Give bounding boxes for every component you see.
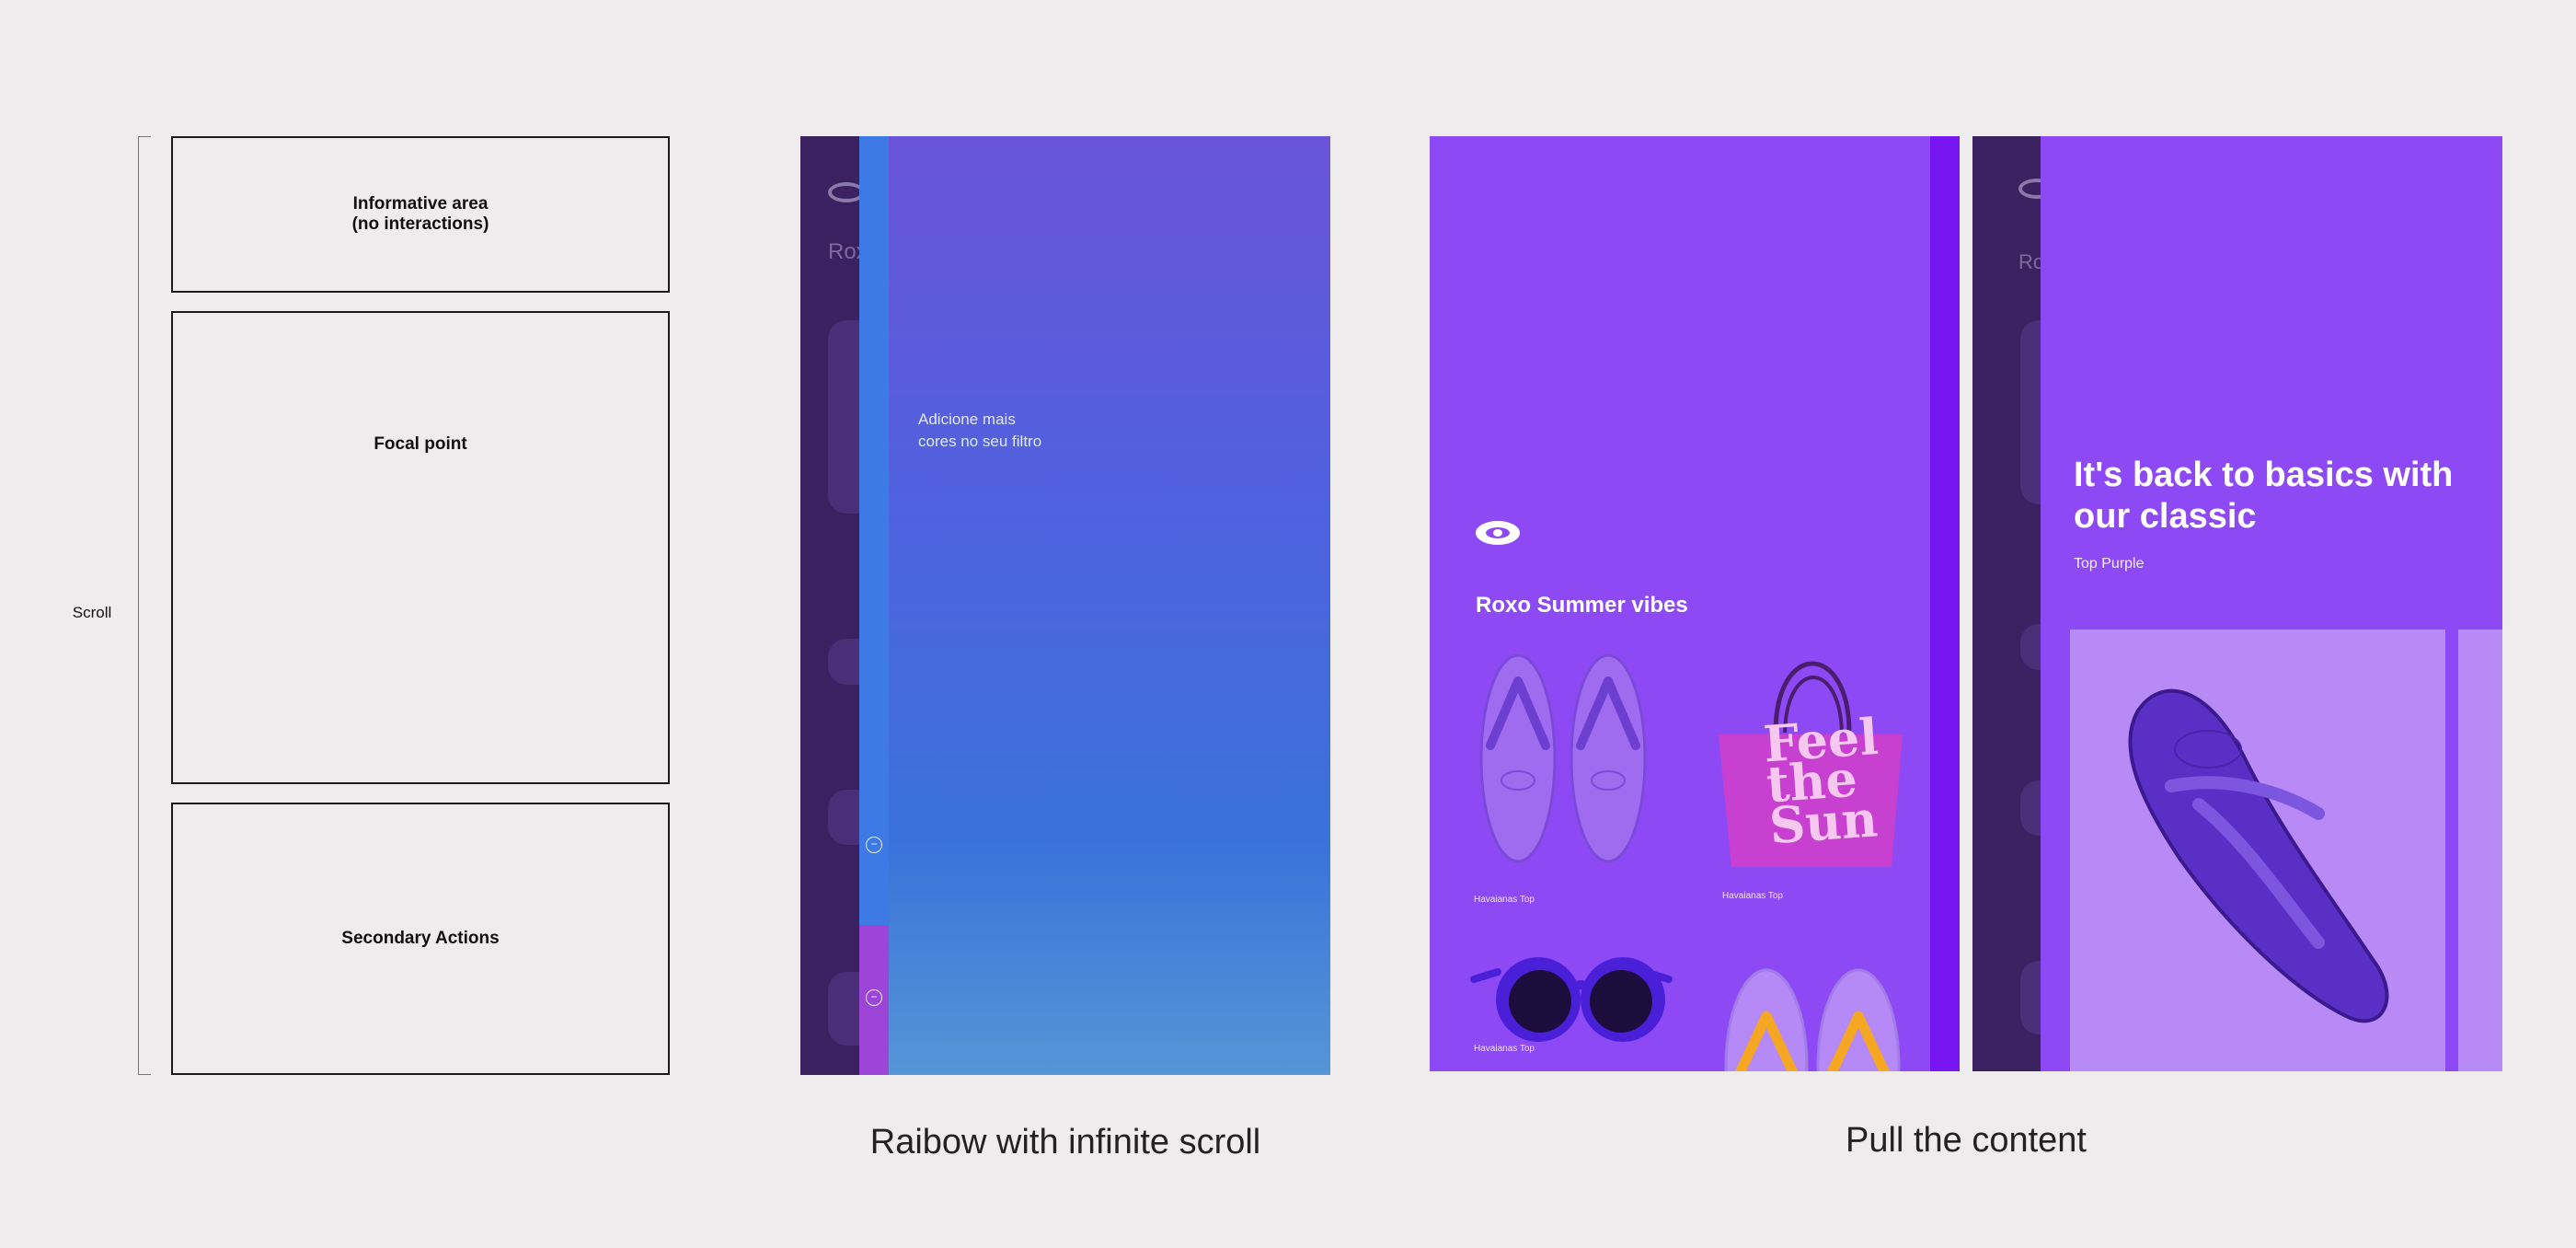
rainbow-gradient-panel[interactable] [889,136,1330,1075]
ghost-product-image [2020,961,2041,1034]
ghost-product-image [828,639,859,685]
brand-logo-icon [828,182,859,202]
ghost-product-image [2020,320,2041,504]
rainbow-caption: Raibow with infinite scroll [869,1123,1261,1161]
product-label: Havaianas Top [1722,891,1783,901]
collection-title: Roxo Summer vibes [1476,593,1688,618]
remove-color-icon[interactable]: − [866,989,882,1006]
scroll-label: Scroll [72,604,112,621]
yellow-flip-flops-image [1724,968,1901,1071]
scroll-bracket [138,136,151,1075]
sunglasses-image [1470,957,1673,1042]
product-card[interactable] [1470,644,1658,865]
purple-flip-flop-image [2128,688,2389,1023]
secondary-actions-box: Secondary Actions [171,803,670,1075]
product-card[interactable] [1719,965,1906,1071]
focal-point-label: Focal point [374,434,467,454]
ghost-product-image [2020,780,2041,836]
product-image-card[interactable] [2070,630,2445,1071]
product-list-screen: Roxo Summer vibes Havaianas Top Feel the… [1430,136,1932,1071]
product-card[interactable]: Feel the Sun [1711,631,1910,874]
color-stripe-tab[interactable] [859,136,889,1075]
remove-color-icon[interactable]: − [866,837,882,853]
brand-logo-icon [1476,521,1520,545]
background-title-fragment: Ro [2018,250,2041,273]
secondary-actions-label: Secondary Actions [341,929,500,949]
ghost-product-image [828,320,859,514]
ghost-product-image [828,972,859,1046]
filter-hint-text: Adicione mais cores no seu filtro [918,410,1042,450]
ghost-product-image [2020,624,2041,670]
informative-area-box: Informative area (no interactions) [171,136,670,293]
ghost-product-image [828,790,859,845]
background-title-fragment: Rox [828,239,859,264]
detail-background-screen: Ro [1972,136,2041,1071]
bag-print-text: Feel the Sun [1761,706,1880,855]
product-subtitle: Top Purple [2074,556,2145,572]
product-label: Havaianas Top [1474,1044,1535,1054]
brand-logo-icon [2018,179,2041,199]
product-headline: It's back to basics with our classic [2074,456,2454,536]
rainbow-background-screen: Rox [800,136,859,1075]
next-product-card-edge[interactable] [2458,630,2502,1071]
product-card[interactable] [1470,952,1673,1053]
product-label: Havaianas Top [1474,895,1535,905]
next-screen-edge[interactable] [1930,136,1960,1071]
flip-flops-image [1479,653,1647,863]
pull-content-caption: Pull the content [1846,1121,2087,1160]
focal-point-box: Focal point [171,311,670,784]
informative-area-label: Informative area (no interactions) [351,194,489,234]
